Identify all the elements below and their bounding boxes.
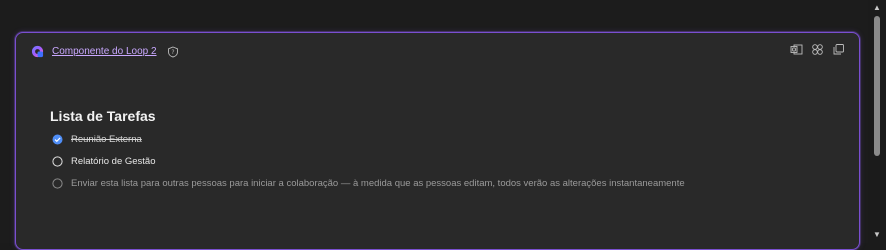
unchecked-checkbox-icon[interactable] [52, 156, 63, 167]
loop-logo-icon [31, 45, 44, 58]
task-label[interactable]: Reunião Externa [71, 134, 142, 145]
question-shield-icon[interactable]: ? [167, 45, 179, 58]
scroll-down-arrow-icon[interactable]: ▼ [868, 229, 886, 241]
scroll-thumb[interactable] [874, 16, 880, 156]
component-toolbar [790, 43, 845, 56]
loop-component-card[interactable]: Componente do Loop 2 ? Lista de Tarefas … [15, 32, 860, 250]
component-title-link[interactable]: Componente do Loop 2 [52, 46, 157, 57]
component-header: Componente do Loop 2 ? [31, 43, 179, 59]
scroll-up-arrow-icon[interactable]: ▲ [868, 2, 886, 14]
copy-icon[interactable] [832, 43, 845, 56]
checked-checkbox-icon[interactable] [52, 134, 63, 145]
outlook-icon[interactable] [790, 43, 803, 56]
apps-icon[interactable] [811, 43, 824, 56]
empty-checkbox-icon [52, 178, 63, 189]
task-list-title: Lista de Tarefas [50, 108, 156, 124]
task-item: Reunião Externa [52, 134, 142, 145]
svg-text:?: ? [171, 49, 174, 56]
task-item: Relatório de Gestão [52, 156, 156, 167]
task-label[interactable]: Relatório de Gestão [71, 156, 156, 167]
collaboration-hint: Enviar esta lista para outras pessoas pa… [71, 178, 685, 189]
new-task-placeholder[interactable]: Enviar esta lista para outras pessoas pa… [52, 178, 685, 189]
document-viewport: Componente do Loop 2 ? Lista de Tarefas … [0, 0, 868, 250]
vertical-scrollbar[interactable]: ▲ ▼ [868, 0, 886, 243]
